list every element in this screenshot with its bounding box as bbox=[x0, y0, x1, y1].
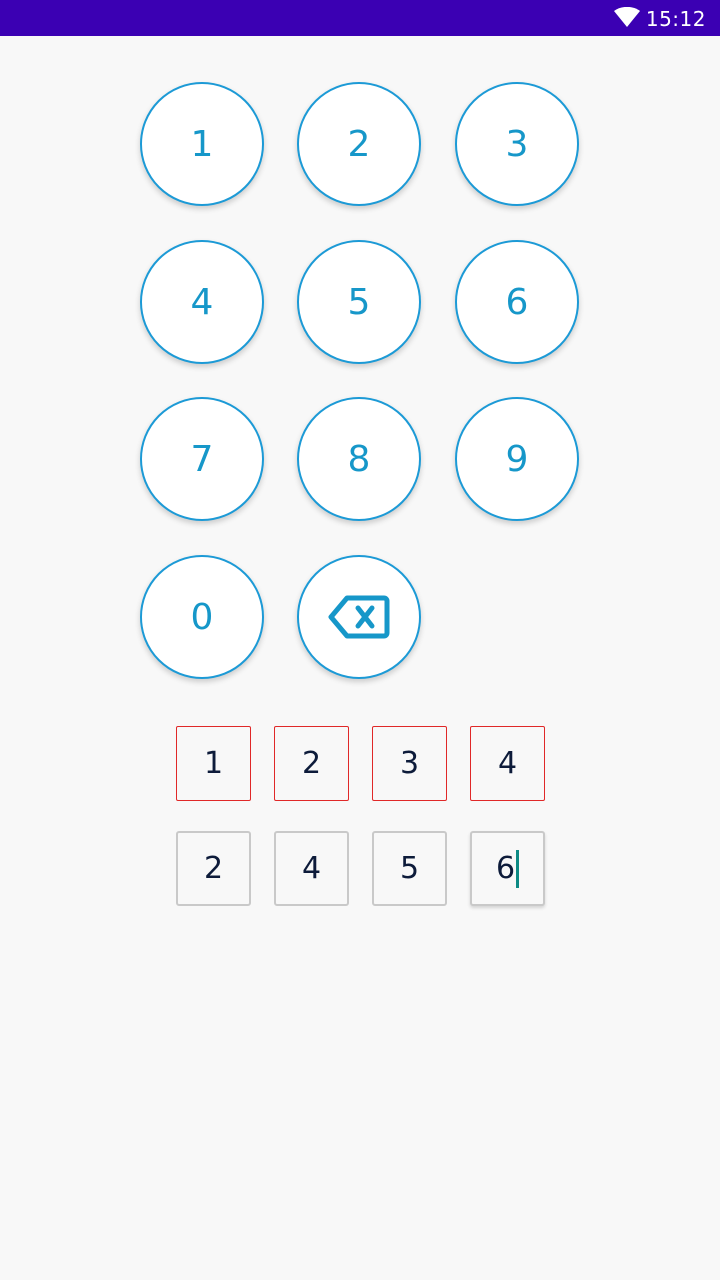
pin-digit: 6 bbox=[495, 851, 516, 886]
pin-digit-box[interactable]: 5 bbox=[372, 831, 447, 906]
pin-digit-box[interactable]: 3 bbox=[372, 726, 447, 801]
backspace-button[interactable] bbox=[297, 555, 421, 679]
key-1[interactable]: 1 bbox=[140, 82, 264, 206]
pin-digit-box-active[interactable]: 6 bbox=[470, 831, 545, 906]
key-2[interactable]: 2 bbox=[297, 82, 421, 206]
pin-input-row-error: 1 2 3 4 bbox=[0, 726, 720, 802]
backspace-icon bbox=[328, 595, 390, 639]
key-8[interactable]: 8 bbox=[297, 397, 421, 521]
pin-input-row: 2 4 5 6 bbox=[0, 831, 720, 907]
key-5[interactable]: 5 bbox=[297, 240, 421, 364]
pin-digit-box[interactable]: 2 bbox=[274, 726, 349, 801]
text-cursor bbox=[516, 849, 520, 888]
pin-digit-box[interactable]: 4 bbox=[274, 831, 349, 906]
key-6[interactable]: 6 bbox=[455, 240, 579, 364]
pin-digit-box[interactable]: 4 bbox=[470, 726, 545, 801]
key-9[interactable]: 9 bbox=[455, 397, 579, 521]
key-0[interactable]: 0 bbox=[140, 555, 264, 679]
key-4[interactable]: 4 bbox=[140, 240, 264, 364]
key-3[interactable]: 3 bbox=[455, 82, 579, 206]
key-7[interactable]: 7 bbox=[140, 397, 264, 521]
numeric-keypad: 1 2 3 4 5 6 7 8 9 0 bbox=[0, 0, 720, 700]
pin-digit-box[interactable]: 1 bbox=[176, 726, 251, 801]
pin-digit-box[interactable]: 2 bbox=[176, 831, 251, 906]
